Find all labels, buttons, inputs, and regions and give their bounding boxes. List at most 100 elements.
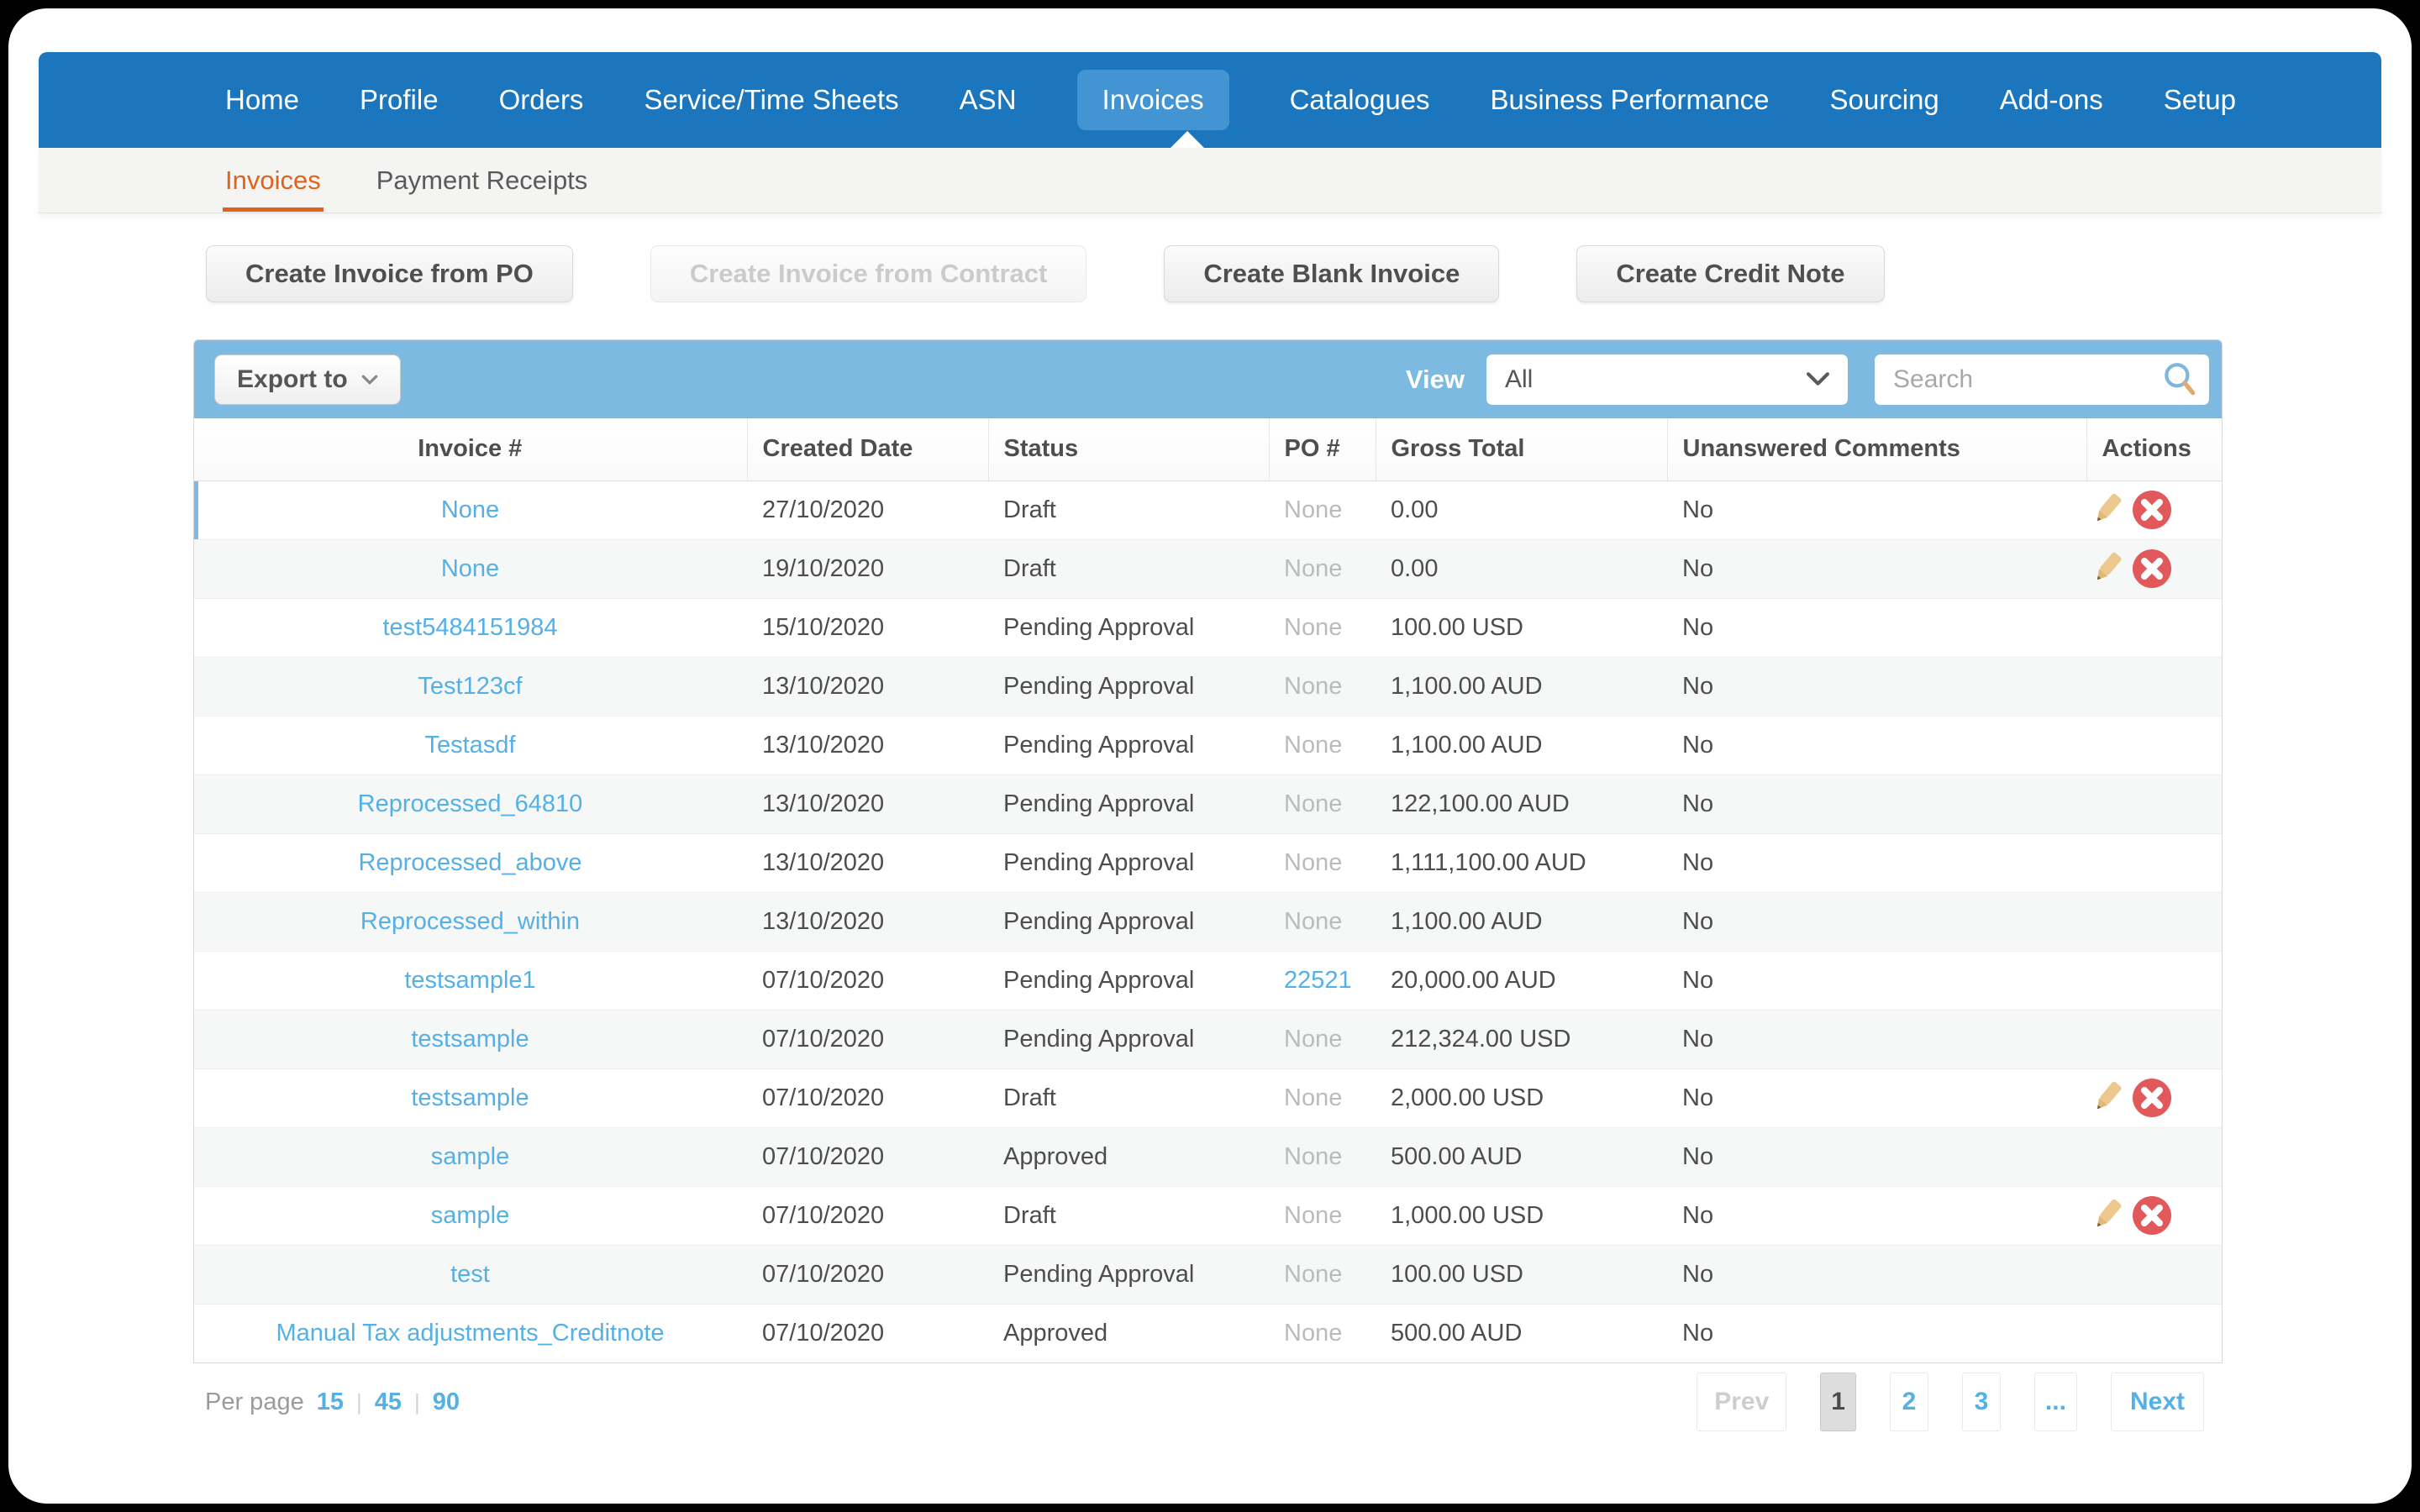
actions-cell bbox=[2086, 1244, 2222, 1304]
table-toolbar: Export to View All bbox=[194, 340, 2222, 418]
actions-cell bbox=[2086, 1126, 2222, 1186]
invoice-cell: Reprocessed_within bbox=[194, 891, 747, 951]
po-none-value: None bbox=[1284, 554, 1343, 582]
per-page-divider: | bbox=[355, 1389, 362, 1415]
nav-item-orders[interactable]: Orders bbox=[499, 84, 584, 116]
created-date-cell: 13/10/2020 bbox=[747, 656, 988, 716]
table-row: sample 07/10/2020 Draft None 1,000.00 USD No bbox=[194, 1185, 2222, 1245]
invoice-cell: testsample bbox=[194, 1068, 747, 1127]
actions-cell bbox=[2086, 538, 2222, 598]
next-page-button[interactable]: Next bbox=[2110, 1373, 2204, 1431]
status-cell: Approved bbox=[988, 1303, 1269, 1362]
per-page-option-45[interactable]: 45 bbox=[375, 1389, 402, 1416]
subnav-item-invoices[interactable]: Invoices bbox=[223, 165, 324, 212]
invoice-link[interactable]: Manual Tax adjustments_Creditnote bbox=[276, 1320, 664, 1347]
invoice-link[interactable]: testsample bbox=[411, 1026, 529, 1053]
invoices-table-panel: Export to View All Search Invoice # Crea… bbox=[193, 339, 2223, 1363]
created-date-cell: 07/10/2020 bbox=[747, 1126, 988, 1186]
po-cell: None bbox=[1269, 891, 1376, 951]
search-icon[interactable] bbox=[2160, 360, 2199, 399]
export-button[interactable]: Export to bbox=[214, 354, 401, 405]
unanswered-comments-cell: No bbox=[1667, 1185, 2086, 1245]
create-invoice-from-po-button[interactable]: Create Invoice from PO bbox=[206, 245, 573, 302]
nav-item-service-time-sheets[interactable]: Service/Time Sheets bbox=[644, 84, 898, 116]
column-header-invoice: Invoice # bbox=[194, 418, 747, 481]
create-invoice-from-contract-button: Create Invoice from Contract bbox=[650, 245, 1087, 302]
invoice-link[interactable]: Test123cf bbox=[418, 673, 522, 700]
created-date-cell: 15/10/2020 bbox=[747, 597, 988, 657]
nav-item-asn[interactable]: ASN bbox=[960, 84, 1017, 116]
invoice-link[interactable]: testsample bbox=[411, 1084, 529, 1111]
edit-pencil-icon[interactable] bbox=[2087, 1079, 2126, 1117]
create-blank-invoice-button[interactable]: Create Blank Invoice bbox=[1164, 245, 1500, 302]
nav-item-business-performance[interactable]: Business Performance bbox=[1491, 84, 1770, 116]
gross-total-cell: 2,000.00 USD bbox=[1376, 1068, 1667, 1127]
invoice-link[interactable]: Testasdf bbox=[425, 732, 516, 759]
gross-total-cell: 20,000.00 AUD bbox=[1376, 950, 1667, 1010]
nav-item-add-ons[interactable]: Add-ons bbox=[2000, 84, 2103, 116]
nav-item-catalogues[interactable]: Catalogues bbox=[1290, 84, 1430, 116]
invoice-cell: testsample1 bbox=[194, 950, 747, 1010]
edit-pencil-icon[interactable] bbox=[2087, 549, 2126, 588]
invoice-cell: Testasdf bbox=[194, 715, 747, 774]
invoice-link[interactable]: Reprocessed_above bbox=[358, 849, 581, 876]
po-none-value: None bbox=[1284, 613, 1343, 641]
nav-item-invoices[interactable]: Invoices bbox=[1076, 70, 1229, 130]
create-credit-note-button[interactable]: Create Credit Note bbox=[1576, 245, 1885, 302]
status-cell: Pending Approval bbox=[988, 832, 1269, 892]
invoice-link[interactable]: testsample1 bbox=[404, 967, 535, 994]
search-input[interactable] bbox=[1891, 364, 2160, 395]
subnav-item-payment-receipts[interactable]: Payment Receipts bbox=[376, 165, 588, 196]
edit-pencil-icon[interactable] bbox=[2087, 1196, 2126, 1235]
invoice-link[interactable]: Reprocessed_64810 bbox=[358, 790, 583, 817]
po-none-value: None bbox=[1284, 731, 1343, 759]
view-select[interactable]: All bbox=[1486, 354, 1848, 405]
invoice-link[interactable]: None bbox=[441, 496, 499, 523]
unanswered-comments-cell: No bbox=[1667, 1244, 2086, 1304]
invoice-cell: testsample bbox=[194, 1009, 747, 1068]
page-2-button[interactable]: 2 bbox=[1889, 1373, 1928, 1431]
invoice-link[interactable]: None bbox=[441, 555, 499, 582]
table-row: Testasdf 13/10/2020 Pending Approval None 1,… bbox=[194, 715, 2222, 774]
nav-item-sourcing[interactable]: Sourcing bbox=[1830, 84, 1939, 116]
per-page-option-15[interactable]: 15 bbox=[317, 1389, 344, 1416]
delete-x-icon[interactable] bbox=[2131, 489, 2173, 531]
po-cell: None bbox=[1269, 1068, 1376, 1127]
nav-item-setup[interactable]: Setup bbox=[2164, 84, 2236, 116]
edit-pencil-icon[interactable] bbox=[2087, 491, 2126, 529]
unanswered-comments-cell: No bbox=[1667, 715, 2086, 774]
view-select-value: All bbox=[1505, 365, 1534, 393]
unanswered-comments-cell: No bbox=[1667, 774, 2086, 833]
status-cell: Draft bbox=[1003, 496, 1056, 523]
po-cell: None bbox=[1269, 1009, 1376, 1068]
table-row: Manual Tax adjustments_Creditnote 07/10/2… bbox=[194, 1303, 2222, 1362]
invoice-cell: Test123cf bbox=[194, 656, 747, 716]
invoice-link[interactable]: test5484151984 bbox=[382, 614, 557, 641]
search-box bbox=[1875, 354, 2209, 405]
unanswered-comments-cell: No bbox=[1667, 950, 2086, 1010]
invoice-link[interactable]: Reprocessed_within bbox=[360, 908, 580, 935]
created-date-cell: 07/10/2020 bbox=[747, 1009, 988, 1068]
po-none-value: None bbox=[1284, 1025, 1343, 1053]
delete-x-icon[interactable] bbox=[2131, 1194, 2173, 1236]
created-date-cell: 07/10/2020 bbox=[747, 1068, 988, 1127]
per-page-option-90[interactable]: 90 bbox=[433, 1389, 460, 1416]
po-link[interactable]: 22521 bbox=[1284, 967, 1352, 994]
status-cell: Pending Approval bbox=[988, 656, 1269, 716]
invoice-link[interactable]: sample bbox=[431, 1143, 510, 1170]
page-3-button[interactable]: 3 bbox=[1961, 1373, 2001, 1431]
nav-item-home[interactable]: Home bbox=[225, 84, 299, 116]
chevron-down-icon bbox=[1807, 372, 1829, 386]
delete-x-icon[interactable] bbox=[2131, 548, 2173, 590]
gross-total-cell: 0.00 bbox=[1376, 538, 1667, 598]
nav-item-profile[interactable]: Profile bbox=[360, 84, 439, 116]
table-row: sample 07/10/2020 Approved None 500.00 AUD No bbox=[194, 1126, 2222, 1186]
table-row: None 19/10/2020 Draft None 0.00 No bbox=[194, 538, 2222, 598]
pager-ellipsis-button[interactable]: ... bbox=[2033, 1373, 2077, 1431]
invoice-link[interactable]: test bbox=[450, 1261, 490, 1288]
selected-row-indicator bbox=[194, 480, 198, 539]
delete-x-icon[interactable] bbox=[2131, 1077, 2173, 1119]
gross-total-cell: 212,324.00 USD bbox=[1376, 1009, 1667, 1068]
invoice-link[interactable]: sample bbox=[431, 1202, 510, 1229]
po-cell: None bbox=[1269, 480, 1376, 539]
